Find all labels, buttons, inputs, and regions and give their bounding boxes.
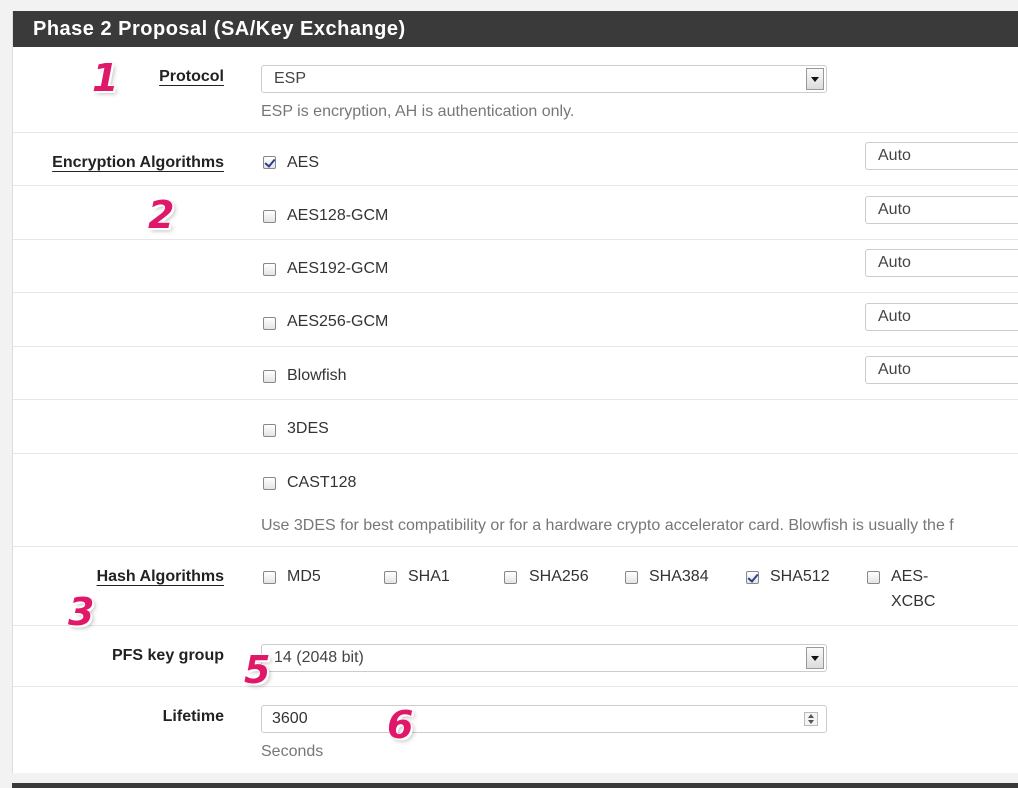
protocol-select-value: ESP bbox=[274, 70, 307, 87]
option-sha256: SHA256 bbox=[529, 568, 589, 585]
annotation-2: 2 bbox=[148, 193, 175, 237]
checkbox-aes256-gcm[interactable] bbox=[263, 317, 276, 330]
annotation-5: 5 bbox=[244, 648, 271, 692]
option-cast128: CAST128 bbox=[287, 474, 357, 491]
option-sha384: SHA384 bbox=[649, 568, 709, 585]
chevron-down-icon[interactable] bbox=[806, 647, 824, 669]
divider bbox=[13, 185, 1018, 186]
checkbox-blowfish[interactable] bbox=[263, 370, 276, 383]
divider bbox=[13, 399, 1018, 400]
protocol-select[interactable]: ESP bbox=[261, 65, 827, 93]
spinner-arrows-icon[interactable] bbox=[804, 712, 818, 726]
lifetime-label: Lifetime bbox=[162, 708, 224, 725]
option-aes256-gcm: AES256-GCM bbox=[287, 313, 389, 330]
divider bbox=[13, 625, 1018, 626]
pfs-select-value: 14 (2048 bit) bbox=[274, 649, 364, 666]
keylen-aes192-gcm[interactable]: Auto bbox=[865, 249, 1018, 277]
option-sha512: SHA512 bbox=[770, 568, 830, 585]
hash-label: Hash Algorithms bbox=[96, 568, 224, 585]
protocol-help: ESP is encryption, AH is authentication … bbox=[261, 103, 575, 120]
checkbox-aes[interactable] bbox=[263, 156, 276, 169]
lifetime-value: 3600 bbox=[272, 710, 308, 727]
annotation-6: 6 bbox=[387, 703, 414, 747]
encryption-help: Use 3DES for best compatibility or for a… bbox=[261, 517, 954, 534]
keylen-aes[interactable]: Auto bbox=[865, 142, 1018, 170]
option-aes192-gcm: AES192-GCM bbox=[287, 260, 389, 277]
divider bbox=[13, 292, 1018, 293]
lifetime-input[interactable]: 3600 bbox=[261, 705, 827, 733]
keylen-aes128-gcm[interactable]: Auto bbox=[865, 196, 1018, 224]
keylen-blowfish[interactable]: Auto bbox=[865, 356, 1018, 384]
checkbox-aes128-gcm[interactable] bbox=[263, 210, 276, 223]
divider bbox=[13, 686, 1018, 687]
checkbox-sha1[interactable] bbox=[384, 571, 397, 584]
panel-title: Phase 2 Proposal (SA/Key Exchange) bbox=[13, 11, 1018, 47]
option-aes-xcbc: AES- bbox=[891, 568, 929, 585]
checkbox-aes-xcbc[interactable] bbox=[867, 571, 880, 584]
option-aes-xcbc-line2: XCBC bbox=[891, 593, 936, 610]
annotation-1: 1 bbox=[92, 56, 119, 100]
option-sha1: SHA1 bbox=[408, 568, 450, 585]
checkbox-sha256[interactable] bbox=[504, 571, 517, 584]
divider bbox=[13, 346, 1018, 347]
divider bbox=[13, 239, 1018, 240]
keylen-aes256-gcm[interactable]: Auto bbox=[865, 303, 1018, 331]
checkbox-md5[interactable] bbox=[263, 571, 276, 584]
checkbox-aes192-gcm[interactable] bbox=[263, 263, 276, 276]
option-md5: MD5 bbox=[287, 568, 321, 585]
option-aes128-gcm: AES128-GCM bbox=[287, 207, 389, 224]
lifetime-help: Seconds bbox=[261, 743, 324, 760]
divider bbox=[13, 453, 1018, 454]
checkbox-sha384[interactable] bbox=[625, 571, 638, 584]
divider bbox=[13, 546, 1018, 547]
next-panel-edge bbox=[12, 783, 1018, 788]
annotation-3: 3 bbox=[68, 590, 95, 634]
checkbox-sha512[interactable] bbox=[746, 571, 759, 584]
checkbox-cast128[interactable] bbox=[263, 477, 276, 490]
checkbox-3des[interactable] bbox=[263, 424, 276, 437]
pfs-label: PFS key group bbox=[111, 647, 224, 664]
pfs-select[interactable]: 14 (2048 bit) bbox=[261, 644, 827, 672]
option-3des: 3DES bbox=[287, 420, 329, 437]
option-blowfish: Blowfish bbox=[287, 367, 347, 384]
encryption-label: Encryption Algorithms bbox=[52, 154, 224, 171]
option-aes: AES bbox=[287, 154, 320, 171]
divider bbox=[13, 132, 1018, 133]
chevron-down-icon[interactable] bbox=[806, 68, 824, 90]
protocol-label: Protocol bbox=[159, 68, 224, 85]
phase2-panel: Phase 2 Proposal (SA/Key Exchange) Proto… bbox=[12, 11, 1018, 773]
